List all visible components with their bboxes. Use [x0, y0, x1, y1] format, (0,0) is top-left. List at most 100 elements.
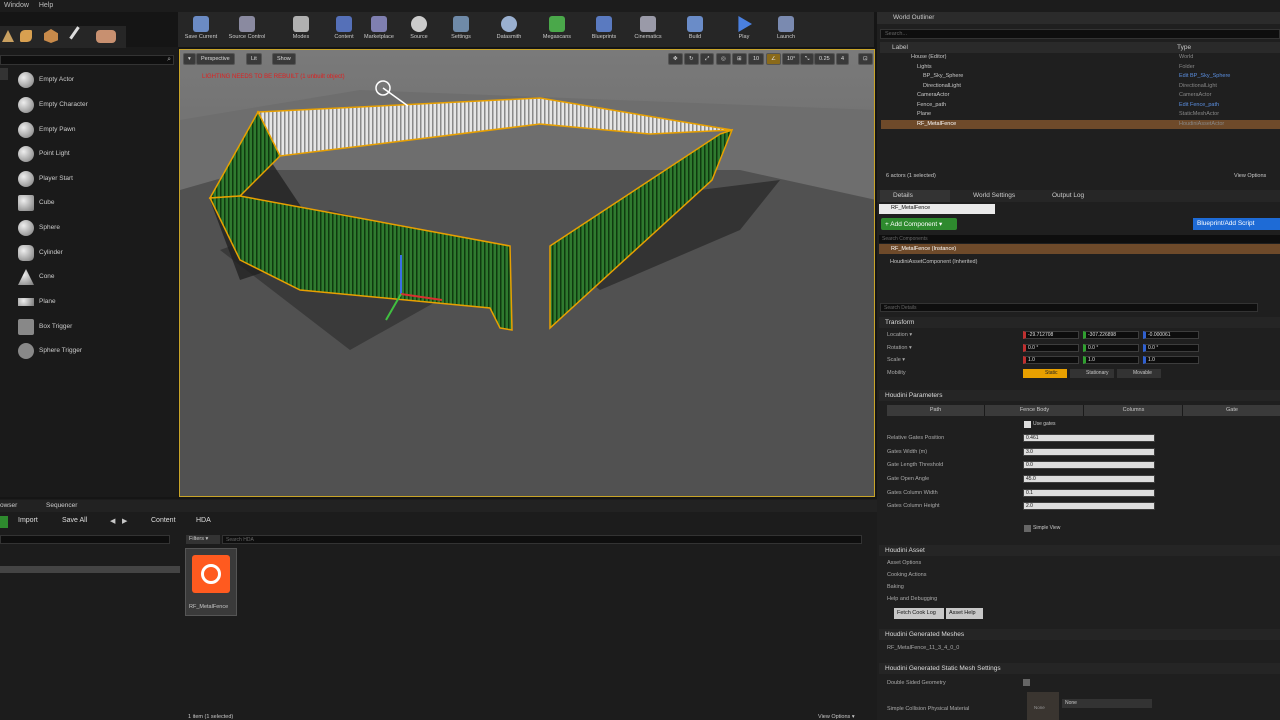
- show-button[interactable]: Show: [272, 53, 296, 65]
- outliner-row[interactable]: Fence_path Edit Fence_path: [881, 101, 1280, 111]
- scale-z-field[interactable]: 1.0: [1143, 356, 1199, 364]
- add-component-button[interactable]: + Add Component ▾: [881, 218, 957, 230]
- simple-view-checkbox[interactable]: [1024, 525, 1031, 532]
- component-instance-row[interactable]: RF_MetalFence (Instance): [879, 244, 1280, 254]
- tab-fence-body[interactable]: Fence Body: [986, 405, 1084, 416]
- outliner-search[interactable]: Search...: [880, 29, 1280, 39]
- place-search[interactable]: ⌕: [0, 55, 174, 65]
- tab-columns[interactable]: Columns: [1085, 405, 1183, 416]
- build-button[interactable]: Build: [672, 14, 718, 46]
- blueprint-add-script-button[interactable]: Blueprint/Add Script: [1193, 218, 1280, 230]
- nav-forward-icon[interactable]: ▶: [122, 517, 127, 525]
- outliner-title[interactable]: World Outliner: [893, 14, 934, 21]
- tab-sequencer[interactable]: Sequencer: [46, 502, 77, 509]
- location-z-field[interactable]: -0.000061: [1143, 331, 1199, 339]
- tab-content-browser[interactable]: owser: [0, 502, 17, 509]
- location-label[interactable]: Location ▾: [887, 332, 912, 338]
- gate-open-angle-field[interactable]: 45.0: [1023, 475, 1155, 483]
- place-item[interactable]: Point Light: [14, 143, 174, 166]
- level-viewport[interactable]: ▾ Perspective Lit Show LIGHTING NEEDS TO…: [179, 49, 875, 497]
- outliner-row[interactable]: Lights Folder: [881, 63, 1280, 73]
- place-item[interactable]: Cylinder: [14, 242, 174, 265]
- place-item[interactable]: Empty Pawn: [14, 119, 174, 142]
- cooking-actions-item[interactable]: Cooking Actions: [887, 572, 926, 578]
- place-item[interactable]: Cone: [14, 266, 174, 289]
- asset-options-item[interactable]: Asset Options: [887, 560, 921, 566]
- scale-x-field[interactable]: 1.0: [1023, 356, 1079, 364]
- place-mode-icon[interactable]: [2, 30, 14, 42]
- gates-width-field[interactable]: 3.0: [1023, 448, 1155, 456]
- gate-length-threshold-field[interactable]: 0.0: [1023, 461, 1155, 469]
- paint-mode-icon[interactable]: [20, 30, 32, 42]
- outliner-view-options[interactable]: View Options: [1234, 173, 1266, 179]
- rotation-label[interactable]: Rotation ▾: [887, 345, 912, 351]
- rotation-z-field[interactable]: 0.0 °: [1143, 344, 1199, 352]
- relative-gates-position-field[interactable]: 0.461: [1023, 434, 1155, 442]
- menu-window[interactable]: Window: [0, 0, 33, 11]
- place-item[interactable]: Cube: [14, 192, 174, 215]
- scale-snap-value[interactable]: 0.25: [814, 53, 835, 65]
- scale-snap-button[interactable]: ⤡: [800, 53, 815, 65]
- rotation-x-field[interactable]: 0.0 °: [1023, 344, 1079, 352]
- gates-column-width-field[interactable]: 0.1: [1023, 489, 1155, 497]
- scene-render[interactable]: [180, 50, 875, 497]
- location-y-field[interactable]: -307.226898: [1083, 331, 1139, 339]
- save-all-button[interactable]: Save All: [62, 517, 87, 524]
- camera-speed-button[interactable]: 4: [836, 53, 850, 65]
- tab-path[interactable]: Path: [887, 405, 985, 416]
- content-view-options[interactable]: View Options ▾: [818, 714, 855, 720]
- tab-gate[interactable]: Gate: [1184, 405, 1280, 416]
- folder-tree-selected[interactable]: [0, 566, 180, 573]
- megascans-button[interactable]: Megascans: [534, 14, 580, 46]
- tab-world-settings[interactable]: World Settings: [973, 192, 1015, 199]
- static-mesh-settings-section[interactable]: Houdini Generated Static Mesh Settings: [879, 663, 1280, 674]
- outliner-row[interactable]: BP_Sky_Sphere Edit BP_Sky_Sphere: [881, 72, 1280, 82]
- place-item[interactable]: Plane: [14, 291, 174, 314]
- search-details-input[interactable]: Search Details: [880, 303, 1258, 312]
- geometry-mode-icon[interactable]: [96, 30, 116, 43]
- source-control-button[interactable]: Source Control: [224, 14, 270, 46]
- category-tab[interactable]: [0, 68, 8, 80]
- outliner-row[interactable]: CameraActor CameraActor: [881, 91, 1280, 101]
- houdini-parameters-section[interactable]: Houdini Parameters: [879, 390, 1280, 401]
- place-item[interactable]: Sphere: [14, 217, 174, 240]
- breadcrumb-hda[interactable]: HDA: [196, 517, 211, 524]
- rotation-snap-value[interactable]: 10°: [782, 53, 801, 65]
- folder-search[interactable]: [0, 535, 170, 544]
- blueprints-button[interactable]: Blueprints: [581, 14, 627, 46]
- filters-button[interactable]: Filters ▾: [186, 535, 220, 544]
- play-button[interactable]: Play: [721, 14, 767, 46]
- place-item[interactable]: Box Trigger: [14, 316, 174, 339]
- mobility-stationary-button[interactable]: Stationary: [1070, 369, 1114, 378]
- outliner-row[interactable]: Plane StaticMeshActor: [881, 110, 1280, 120]
- actor-name-field[interactable]: RF_MetalFence: [879, 204, 995, 214]
- transform-rotate-button[interactable]: ↻: [684, 53, 699, 65]
- asset-help-button[interactable]: Asset Help: [946, 608, 983, 619]
- save-current-button[interactable]: Save Current: [178, 14, 224, 46]
- outliner-row-selected[interactable]: RF_MetalFence HoudiniAssetActor: [881, 119, 1280, 129]
- launch-button[interactable]: Launch: [763, 14, 809, 46]
- transform-move-button[interactable]: ✥: [668, 53, 683, 65]
- cinematics-button[interactable]: Cinematics: [625, 14, 671, 46]
- search-components-input[interactable]: Search Components: [879, 235, 1280, 243]
- place-item[interactable]: Empty Character: [14, 94, 174, 117]
- datasmith-button[interactable]: Datasmith: [486, 14, 532, 46]
- landscape-mode-icon[interactable]: [44, 29, 58, 43]
- outliner-row[interactable]: House (Editor) World: [881, 53, 1280, 63]
- transform-scale-button[interactable]: ⤢: [700, 53, 715, 65]
- rotation-snap-button[interactable]: ∠: [766, 53, 781, 65]
- perspective-button[interactable]: Perspective: [196, 53, 235, 65]
- houdini-component-row[interactable]: HoudiniAssetComponent (Inherited): [890, 259, 977, 265]
- asset-search-input[interactable]: Search HDA: [222, 535, 862, 544]
- breadcrumb-content[interactable]: Content: [151, 517, 176, 524]
- coord-space-button[interactable]: ◎: [716, 53, 731, 65]
- place-item[interactable]: Player Start: [14, 168, 174, 191]
- asset-tile[interactable]: RF_MetalFence: [185, 548, 237, 616]
- settings-button[interactable]: Settings: [438, 14, 484, 46]
- baking-item[interactable]: Baking: [887, 584, 904, 590]
- foliage-mode-icon[interactable]: [69, 26, 89, 46]
- generated-mesh-name[interactable]: RF_MetalFence_11_3_4_0_0: [887, 645, 959, 651]
- menu-help[interactable]: Help: [35, 0, 57, 11]
- material-thumbnail[interactable]: None: [1027, 692, 1059, 720]
- transform-section[interactable]: Transform: [879, 317, 1280, 328]
